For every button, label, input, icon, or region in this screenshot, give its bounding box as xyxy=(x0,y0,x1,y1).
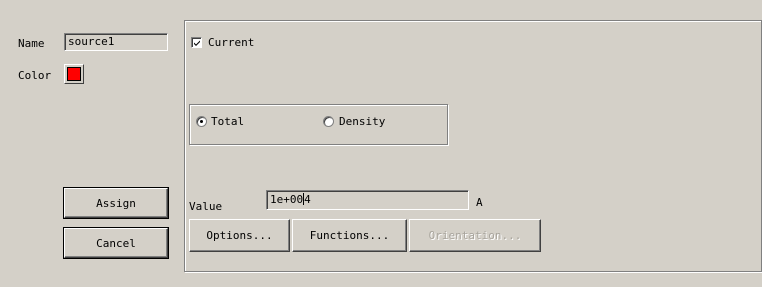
density-radio-label: Density xyxy=(339,115,386,128)
color-label: Color xyxy=(18,69,52,82)
functions-button[interactable]: Functions... xyxy=(292,219,407,252)
options-button[interactable]: Options... xyxy=(189,219,290,252)
name-label: Name xyxy=(18,37,45,50)
unit-label: A xyxy=(476,196,483,209)
orientation-button-label: Orientation... xyxy=(428,229,522,242)
total-radio-label: Total xyxy=(211,115,245,128)
density-radio[interactable] xyxy=(323,116,334,127)
color-swatch-icon xyxy=(67,67,81,81)
orientation-button[interactable]: Orientation... xyxy=(409,219,541,252)
checkmark-icon xyxy=(194,40,200,46)
current-checkbox[interactable] xyxy=(191,37,202,48)
cancel-button-label: Cancel xyxy=(96,237,136,250)
assign-button[interactable]: Assign xyxy=(63,187,169,219)
options-button-label: Options... xyxy=(206,229,273,242)
total-radio[interactable] xyxy=(196,116,207,127)
name-field[interactable]: source1 xyxy=(64,33,168,51)
assign-button-label: Assign xyxy=(96,197,136,210)
value-label: Value xyxy=(189,200,223,213)
radio-dot-icon xyxy=(200,120,203,123)
functions-button-label: Functions... xyxy=(309,229,390,242)
value-text: 1e+00 xyxy=(270,193,304,206)
value-input[interactable]: 1e+004 xyxy=(266,190,469,210)
cancel-button[interactable]: Cancel xyxy=(63,227,169,259)
color-button[interactable] xyxy=(64,64,84,84)
value-text-tail: 4 xyxy=(304,193,311,206)
current-label: Current xyxy=(208,36,255,49)
